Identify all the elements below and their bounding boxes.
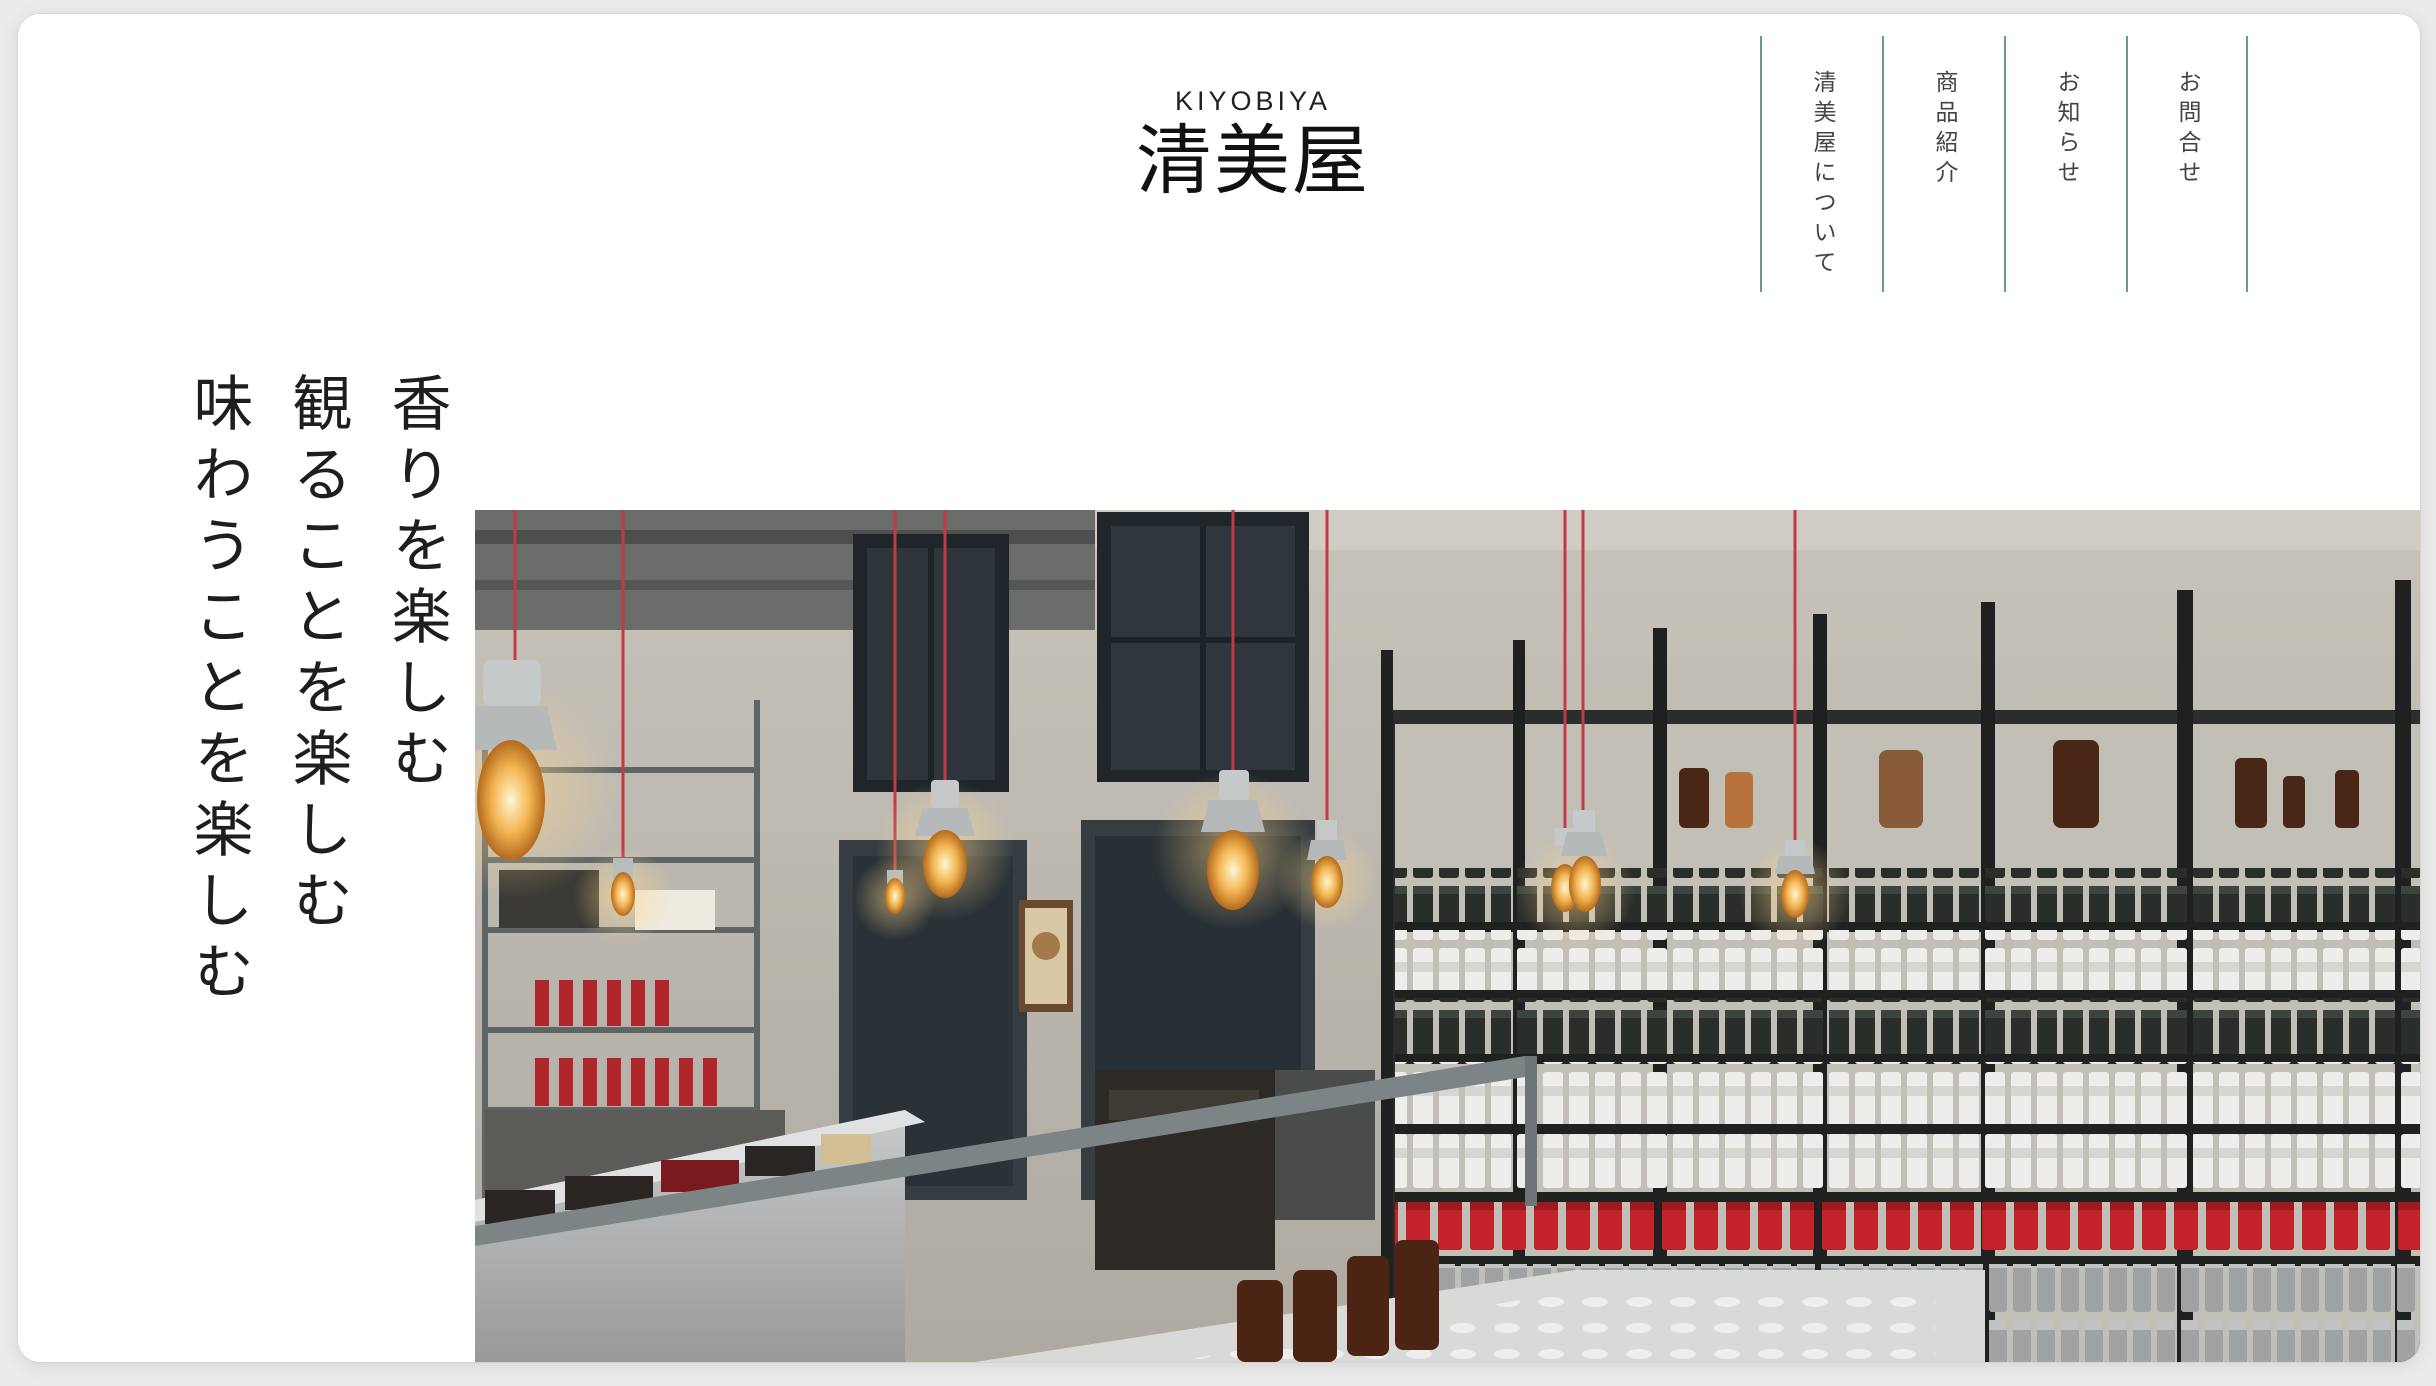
nav-item-about[interactable]: 清美屋について (1760, 36, 1882, 292)
main-nav: 清美屋について 商品紹介 お知らせ お問合せ (1760, 36, 2248, 306)
browser-page: KIYOBIYA 清美屋 清美屋について 商品紹介 お知らせ お問合せ 香りを楽… (18, 14, 2420, 1362)
nav-item-news[interactable]: お知らせ (2004, 36, 2126, 292)
nav-item-products[interactable]: 商品紹介 (1882, 36, 2004, 292)
site-logo[interactable]: KIYOBIYA 清美屋 (1118, 84, 1388, 204)
logo-english: KIYOBIYA (1174, 86, 1332, 116)
logo-japanese: 清美屋 (1136, 116, 1370, 205)
tagline-line-3: 味わうことを楽しむ (183, 372, 253, 1011)
nav-item-contact[interactable]: お問合せ (2126, 36, 2248, 292)
nav-label-products: 商品紹介 (1931, 70, 1957, 190)
hero-shop-photo (475, 510, 2420, 1362)
hero-tagline: 香りを楽しむ 観ることを楽しむ 味わうことを楽しむ (168, 372, 465, 1011)
nav-label-news: お知らせ (2053, 70, 2079, 190)
nav-label-contact: お問合せ (2174, 70, 2200, 190)
nav-label-about: 清美屋について (1809, 70, 1835, 280)
tagline-line-1: 香りを楽しむ (381, 372, 451, 798)
tagline-line-2: 観ることを楽しむ (282, 372, 352, 940)
